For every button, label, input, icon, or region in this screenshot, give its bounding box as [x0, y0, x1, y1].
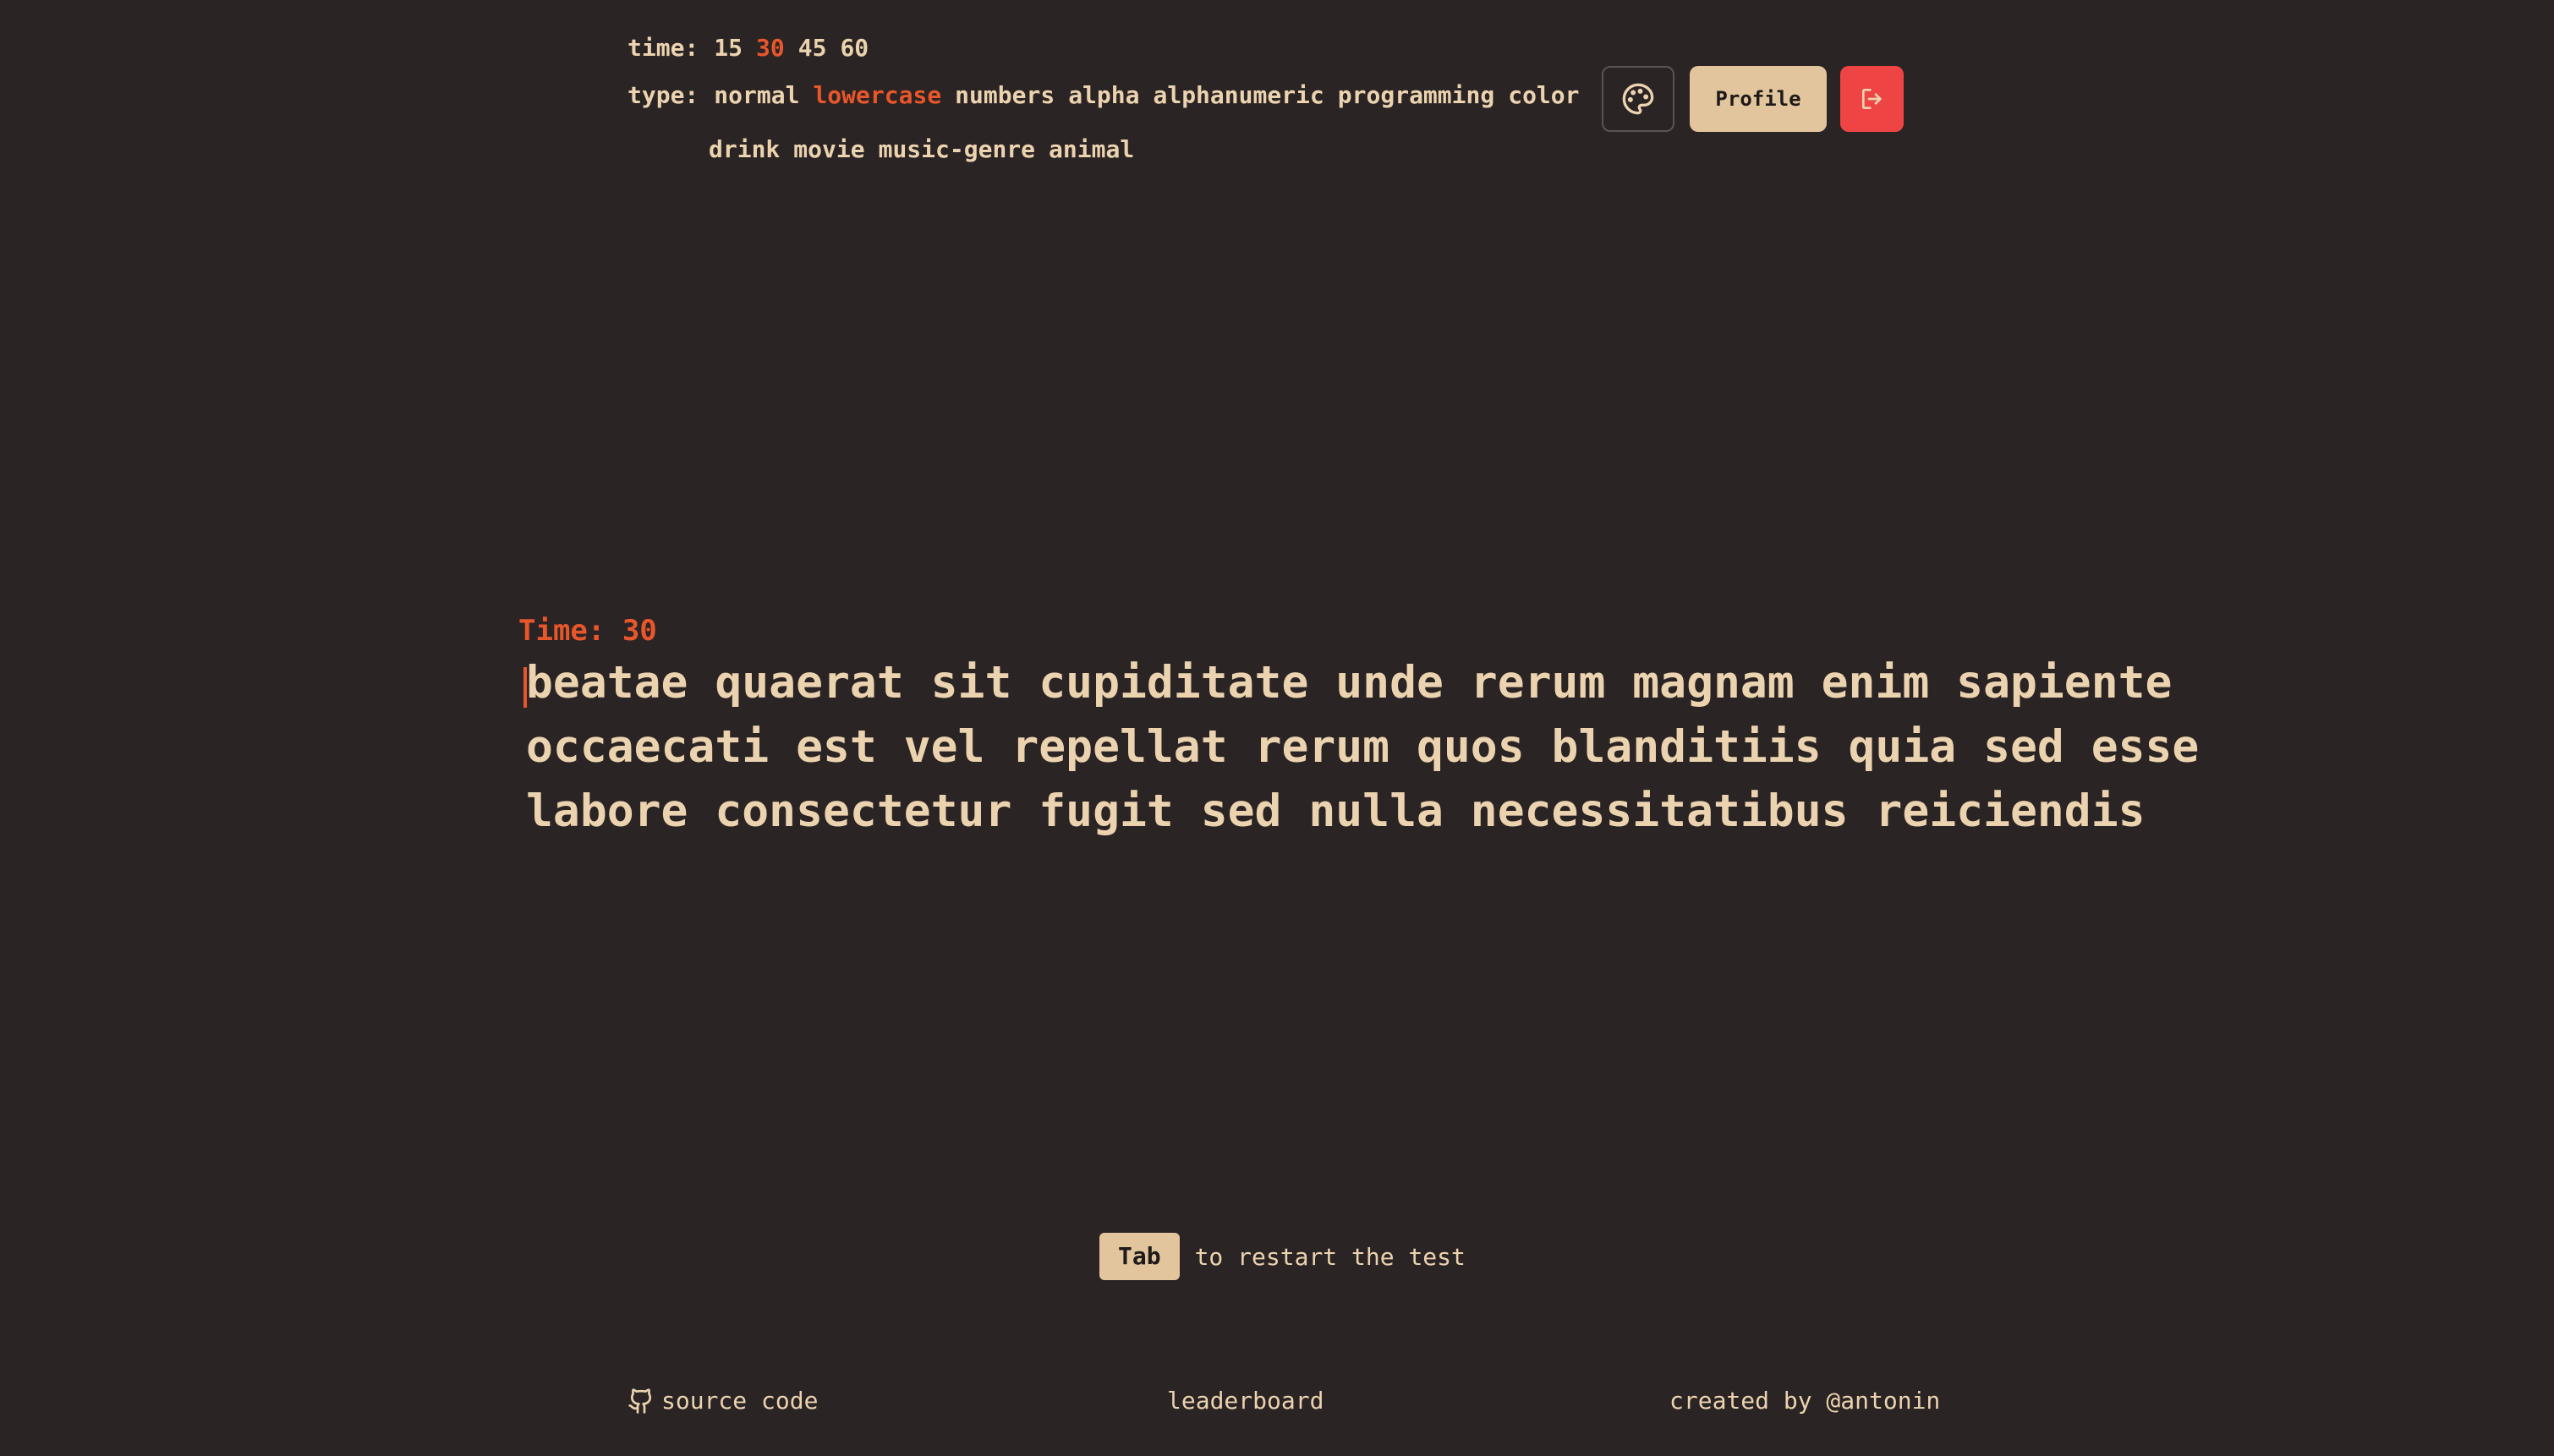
type-option-alpha[interactable]: alpha — [1068, 81, 1139, 109]
restart-hint-text: to restart the test — [1194, 1242, 1466, 1271]
profile-button[interactable]: Profile — [1690, 66, 1827, 132]
type-option-normal[interactable]: normal — [714, 81, 799, 109]
type-option-color[interactable]: color — [1508, 81, 1579, 109]
logout-icon — [1861, 89, 1882, 109]
type-option-drink[interactable]: drink — [709, 135, 780, 163]
timer: Time: 30 — [518, 614, 657, 648]
type-options: type: normal lowercase numbers alpha alp… — [628, 81, 1593, 109]
restart-hint: Tab to restart the test — [1099, 1233, 1466, 1280]
time-label: time: — [628, 34, 699, 62]
type-option-animal[interactable]: animal — [1049, 135, 1134, 163]
type-option-music-genre[interactable]: music-genre — [879, 135, 1035, 163]
logout-button[interactable] — [1840, 66, 1904, 132]
type-label: type: — [628, 81, 699, 109]
github-icon — [628, 1388, 652, 1414]
type-option-numbers[interactable]: numbers — [955, 81, 1055, 109]
theme-button[interactable] — [1602, 66, 1674, 132]
type-options-continued: drink movie music-genre animal — [709, 135, 1148, 163]
time-options: time: 15 30 45 60 — [628, 34, 882, 62]
leaderboard-link[interactable]: leaderboard — [1167, 1387, 1324, 1415]
type-option-lowercase[interactable]: lowercase — [813, 81, 941, 109]
text-line: beatae quaerat sit cupiditate unde rerum… — [526, 657, 2173, 709]
tab-key: Tab — [1099, 1233, 1180, 1280]
created-by-link[interactable]: created by @antonin — [1669, 1387, 1940, 1415]
type-option-programming[interactable]: programming — [1338, 81, 1494, 109]
text-line: occaecati est vel repellat rerum quos bl… — [526, 721, 2200, 773]
source-code-label: source code — [661, 1387, 819, 1415]
type-option-alphanumeric[interactable]: alphanumeric — [1153, 81, 1324, 109]
palette-icon — [1622, 83, 1654, 115]
time-option-30[interactable]: 30 — [756, 34, 785, 62]
time-option-15[interactable]: 15 — [714, 34, 743, 62]
time-option-60[interactable]: 60 — [840, 34, 869, 62]
typing-text[interactable]: beatae quaerat sit cupiditate unde rerum… — [526, 651, 2200, 844]
type-option-movie[interactable]: movie — [793, 135, 864, 163]
time-option-45[interactable]: 45 — [798, 34, 827, 62]
text-line: labore consectetur fugit sed nulla neces… — [526, 785, 2146, 837]
source-code-link[interactable]: source code — [628, 1387, 818, 1415]
